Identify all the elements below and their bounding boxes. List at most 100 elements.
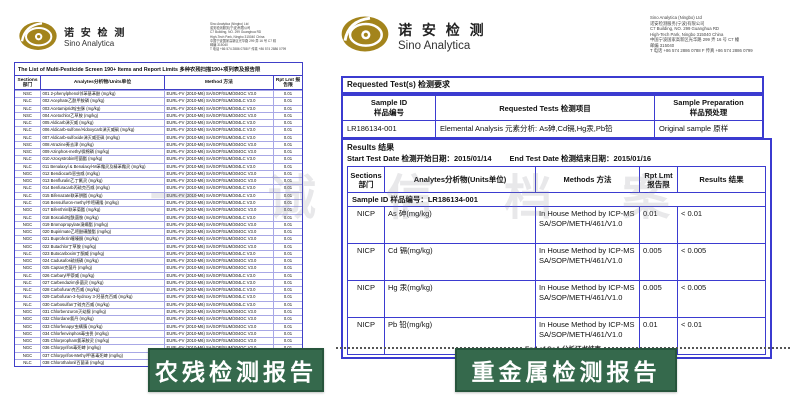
cell-rpt-lmt: 0.01 (274, 164, 302, 170)
cell-rpt-lmt: 0.01 (274, 142, 302, 148)
cell-rpt-lmt: 0.01 (274, 185, 302, 191)
table-row: NLC 006 Aldicarb-sulfone/Aldoxycarb涕灭威砜 … (15, 126, 302, 133)
cell-result: < 0.005 (678, 281, 765, 317)
table-row: NLC 029 Carbofuran-3-hydroxy 3-羟基克百威 (mg… (15, 293, 302, 300)
cell-analyte: 006 Aldicarb-sulfone/Aldoxycarb涕灭威砜 (mg/… (41, 127, 165, 133)
cell-rpt-lmt: 0.01 (274, 236, 302, 242)
cell-result: < 0.005 (678, 244, 765, 280)
cell-section: NLC (15, 360, 41, 366)
cell-rpt-lmt: 0.01 (274, 302, 302, 308)
cell-section: NGC (15, 338, 41, 344)
cell-section: NGC (15, 345, 41, 351)
cell-rpt-lmt: 0.01 (274, 324, 302, 330)
column-header: Rpt Lmt 报告限 (640, 167, 678, 192)
pesticide-table-header: Sections 部门Analytes分析物/Units单位Method 方法R… (15, 76, 302, 90)
cell-rpt-lmt: 0.01 (274, 265, 302, 271)
table-row: NGC 012 Bendiocarb恶虫威 (mg/kg) EURL-FV (2… (15, 170, 302, 177)
cell-analyte: 025 Captan克菌丹 (mg/kg) (41, 265, 165, 271)
cell-method: EURL-FV (2010-M6) SA/SOP/SUM/304GC V3.0 (165, 244, 274, 250)
cell-section: NLC (15, 251, 41, 257)
column-header: Sample ID 样品编号 (343, 96, 436, 120)
table-row: NLC 016 Bensulfuron-methyl苄嘧磺隆 (mg/kg) E… (15, 199, 302, 206)
cell-analyte: 007 Aldicarb-sulfoxide涕灭威亚砜 (mg/kg) (41, 135, 165, 141)
cell-method: EURL-FV (2010-M6) SA/SOP/SUM/304LC V3.0 (165, 280, 274, 286)
brand-name-cn: 诺 安 检 测 (398, 20, 487, 40)
cell-section: NGC (15, 258, 41, 264)
column-header: Method 方法 (165, 76, 274, 89)
cell-analyte: 002 Acephate乙酰甲胺磷 (mg/kg) (41, 98, 165, 104)
requested-tests-header: Requested Test(s) 检测要求 (341, 76, 764, 94)
cell-rpt-lmt: 0.01 (274, 113, 302, 119)
pesticide-table-body: NSC 001 2-phenylphenol邻苯基苯酚 (mg/kg) EURL… (15, 90, 302, 366)
table-row: NLC 018 Boscalid啶酰菌胺 (mg/kg) EURL-FV (20… (15, 214, 302, 221)
table-row: NLC 030 Carbosulfan丁硫克百威 (mg/kg) EURL-FV… (15, 301, 302, 308)
cell-method: EURL-FV (2010-M6) SA/SOP/SUM/304GC V3.0 (165, 236, 274, 242)
cell-section: NLC (15, 215, 41, 221)
cell-rpt-lmt: 0.01 (274, 120, 302, 126)
table-row: NGC 025 Captan克菌丹 (mg/kg) EURL-FV (2010-… (15, 264, 302, 271)
cell-rpt-lmt: 0.01 (274, 287, 302, 293)
column-header: Requested Tests 检测项目 (436, 96, 655, 120)
cell-rpt-lmt: 0.01 (274, 244, 302, 250)
cell-rpt-lmt: 0.01 (274, 294, 302, 300)
table-row: NGC 019 Bromopropylate溴螨酯 (mg/kg) EURL-F… (15, 221, 302, 228)
cell-analyte: 013 Benfluralin乙丁氟灵 (mg/kg) (41, 178, 165, 184)
cell-section: NGC (15, 222, 41, 228)
cell-analyte: 027 Carbendazim多菌灵 (mg/kg) (41, 280, 165, 286)
product-image-canvas: 一诚信档案 诺 安 检 测 Sino Analytica Sino Analyt… (0, 0, 790, 419)
cell-method: EURL-FV (2010-M6) SA/SOP/SUM/304GC V3.0 (165, 309, 274, 315)
cell-analyte: 017 Bifenthrin联苯菊酯 (mg/kg) (41, 207, 165, 213)
cell-analyte: 008 Atrazine莠去津 (mg/kg) (41, 142, 165, 148)
column-header: Results 结果 (678, 167, 765, 192)
cell-rpt-lmt: 0.005 (640, 244, 678, 280)
cell-section: NSC (15, 149, 41, 155)
cell-analyte: 037 Chlorpyrifos-Methyl甲基毒死蜱 (mg/kg) (41, 353, 165, 359)
cell-section: NICP (348, 207, 385, 243)
cell-analyte: 009 Azinphos-methyl保棉磷 (mg/kg) (41, 149, 165, 155)
cell-rpt-lmt: 0.01 (640, 207, 678, 243)
table-row: NSC 009 Azinphos-methyl保棉磷 (mg/kg) EURL-… (15, 148, 302, 155)
cell-method: EURL-FV (2010-M6) SA/SOP/SUM/304LC V3.0 (165, 156, 274, 162)
cell-analyte: 003 Acetamiprid啶虫脒 (mg/kg) (41, 106, 165, 112)
cell-section: NSC (15, 91, 41, 97)
cell-section: NGC (15, 229, 41, 235)
address-line: T 电话 +86 574 2886 0788 F 传真 +86 574 2886… (650, 48, 790, 54)
table-row: NGC 033 Chlorfenapyr虫螨腈 (mg/kg) EURL-FV … (15, 323, 302, 330)
table-row: NLC 002 Acephate乙酰甲胺磷 (mg/kg) EURL-FV (2… (15, 97, 302, 104)
table-row: NGC 034 Chlorfenvinphos毒虫畏 (mg/kg) EURL-… (15, 330, 302, 337)
cell-method: EURL-FV (2010-M6) SA/SOP/SUM/304LC V3.0 (165, 106, 274, 112)
cell-rpt-lmt: 0.01 (274, 178, 302, 184)
cell-analyte: 018 Boscalid啶酰菌胺 (mg/kg) (41, 215, 165, 221)
table-row: NLC 015 Bifenazate联苯肼酯 (mg/kg) EURL-FV (… (15, 192, 302, 199)
cell-method: EURL-FV (2010-M6) SA/SOP/SUM/304LC V3.0 (165, 200, 274, 206)
table-row: NLC 027 Carbendazim多菌灵 (mg/kg) EURL-FV (… (15, 279, 302, 286)
cell-analyte: Cd 镉(mg/kg) (385, 244, 536, 280)
brand-name-en: Sino Analytica (398, 40, 487, 52)
table-row: NLC 023 Butocarboxim丁酮威 (mg/kg) EURL-FV … (15, 250, 302, 257)
cell-analyte: 011 Benalaxyl & Benalaxyl-M苯霜灵及精苯霜灵 (mg/… (41, 164, 165, 170)
column-header: Analytes分析物(Units单位) (385, 167, 536, 192)
pesticide-table-title: The List of Multi-Pesticide Screen 190+ … (15, 63, 302, 76)
table-row: NLC 005 Aldicarb涕灭威 (mg/kg) EURL-FV (201… (15, 119, 302, 126)
table-row: NGC 035 Chlorpropham氯苯胺灵 (mg/kg) EURL-FV… (15, 337, 302, 344)
cell-method: EURL-FV (2010-M6) SA/SOP/SUM/304GC V3.0 (165, 91, 274, 97)
cell-rpt-lmt: 0.01 (274, 127, 302, 133)
cell-analyte: 024 Cadusafos硫线磷 (mg/kg) (41, 258, 165, 264)
sample-id-row: Sample ID 样品编号：LR186134-001 (348, 193, 765, 207)
cell-method: EURL-FV (2010-M6) SA/SOP/SUM/304GC V3.0 (165, 142, 274, 148)
cell-rpt-lmt: 0.01 (274, 338, 302, 344)
request-table-header: Sample ID 样品编号 Requested Tests 检测项目 Samp… (343, 96, 762, 121)
results-table-body: NICP As 砷(mg/kg) In House Method by ICP-… (348, 207, 765, 354)
cell-rpt-lmt: 0.01 (274, 106, 302, 112)
cell-rpt-lmt: 0.01 (274, 135, 302, 141)
table-row: NLC 011 Benalaxyl & Benalaxyl-M苯霜灵及精苯霜灵 … (15, 163, 302, 170)
cell-section: NLC (15, 200, 41, 206)
cell-analyte: 014 Benfuracarb丙硫克百威 (mg/kg) (41, 185, 165, 191)
cell-rpt-lmt: 0.01 (274, 200, 302, 206)
cell-analyte: 016 Bensulfuron-methyl苄嘧磺隆 (mg/kg) (41, 200, 165, 206)
cell-method: In House Method by ICP-MS SA/SOP/METH/46… (536, 244, 640, 280)
cell-method: EURL-FV (2010-M6) SA/SOP/SUM/304LC V3.0 (165, 302, 274, 308)
cell-section: NGC (15, 331, 41, 337)
cell-method: EURL-FV (2010-M6) SA/SOP/SUM/304LC V3.0 (165, 193, 274, 199)
cell-rpt-lmt: 0.01 (274, 273, 302, 279)
